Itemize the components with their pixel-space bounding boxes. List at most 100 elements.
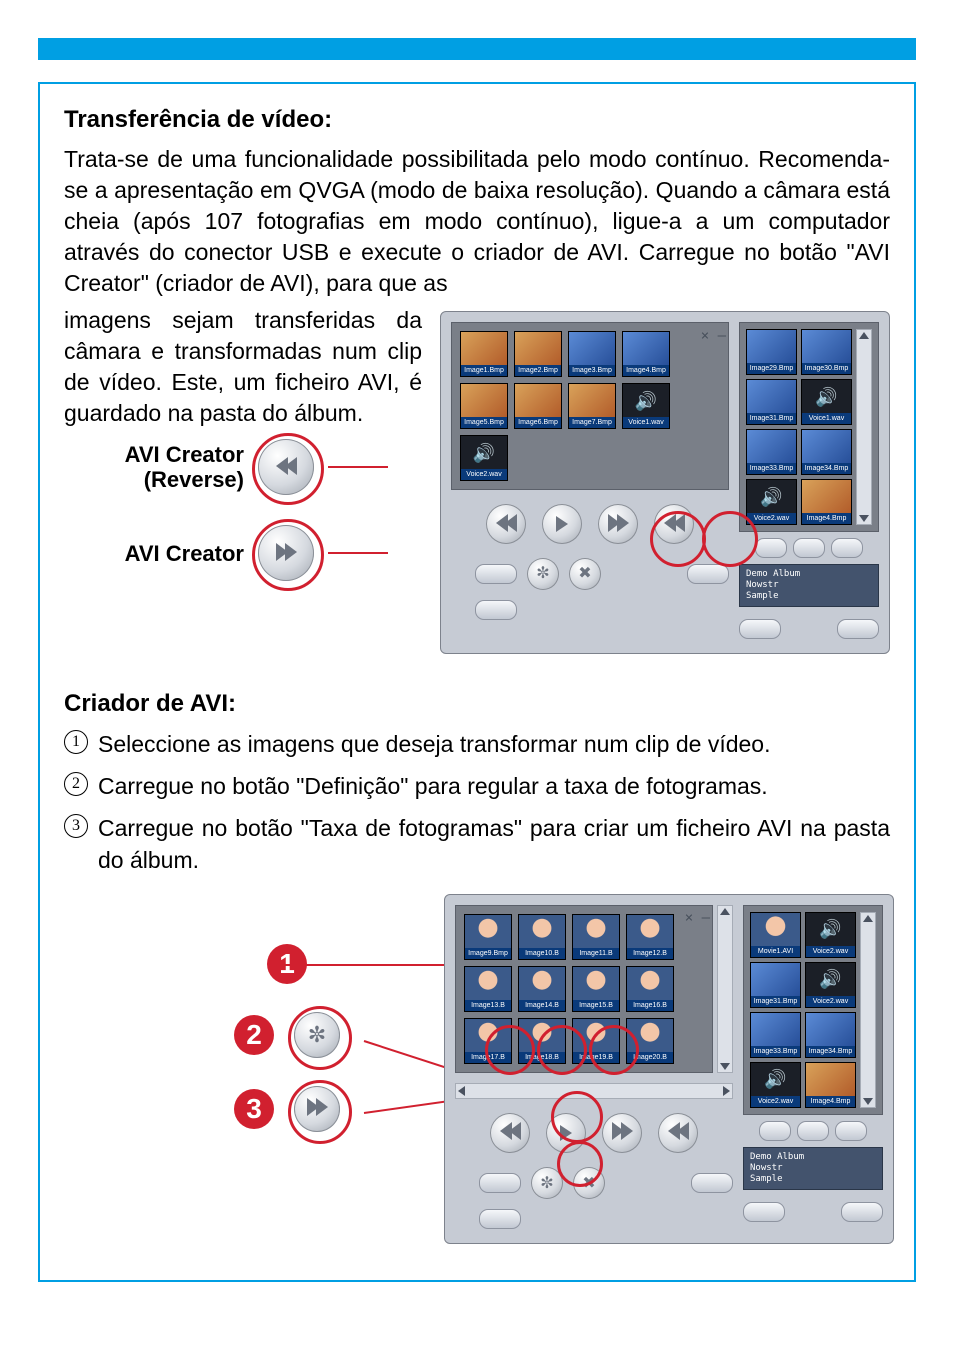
- section2-heading: Criador de AVI:: [64, 690, 890, 718]
- small-pill-button[interactable]: [691, 1173, 733, 1193]
- side-thumbnail[interactable]: Image4.Bmp: [805, 1062, 856, 1108]
- side-thumbnail[interactable]: Image30.Bmp: [801, 329, 852, 375]
- callout-connector: [328, 466, 388, 468]
- side-sound[interactable]: 🔊Voice1.wav: [801, 379, 852, 425]
- side-sound[interactable]: 🔊Voice2.wav: [746, 479, 797, 525]
- section1-wrap: × — Image1.Bmp Image2.Bmp Image3.Bmp Ima…: [64, 305, 890, 663]
- thumbnail[interactable]: Image3.Bmp: [568, 331, 616, 377]
- thumbnail[interactable]: Image11.B: [572, 914, 620, 960]
- app-screenshot-2: × — Image9.Bmp Image10.B Image11.B Image…: [444, 894, 894, 1244]
- avi-creator-reverse-button[interactable]: [658, 1113, 698, 1153]
- thumbnail[interactable]: Image12.B: [626, 914, 674, 960]
- delete-button[interactable]: ✖: [569, 558, 601, 590]
- section1-para1: Trata-se de uma funcionalidade possibili…: [64, 144, 890, 299]
- step-item: Carregue no botão "Taxa de fotogramas" p…: [64, 812, 890, 876]
- callout-ring: [288, 1080, 352, 1144]
- thumbnail[interactable]: Image1.Bmp: [460, 331, 508, 377]
- callout-ring: [650, 511, 706, 567]
- side-thumbnail[interactable]: Image33.Bmp: [750, 1012, 801, 1058]
- small-pill-button[interactable]: [475, 600, 517, 620]
- settings-button[interactable]: ✼: [527, 558, 559, 590]
- window-controls[interactable]: × —: [685, 910, 706, 926]
- close-icon: ✖: [578, 563, 591, 585]
- thumbnail[interactable]: Image10.B: [518, 914, 566, 960]
- album-info: Demo Album Nowstr Sample: [743, 1147, 883, 1189]
- small-pill-button[interactable]: [475, 564, 517, 584]
- side-thumbnail[interactable]: Image33.Bmp: [746, 429, 797, 475]
- thumbnail[interactable]: Image15.B: [572, 966, 620, 1012]
- legend-number-2: 2: [234, 1015, 274, 1055]
- side-sound[interactable]: 🔊Voice2.wav: [750, 1062, 801, 1108]
- side-sound[interactable]: 🔊Voice2.wav: [805, 962, 856, 1008]
- scrollbar-vertical[interactable]: [856, 329, 872, 525]
- window-controls[interactable]: × —: [701, 327, 722, 346]
- content-frame: Transferência de vídeo: Trata-se de uma …: [38, 82, 916, 1282]
- prev-button[interactable]: [486, 504, 526, 544]
- play-icon: [556, 516, 568, 532]
- section1-para2: imagens sejam transferidas da câmara e t…: [64, 307, 422, 426]
- sound-thumbnail[interactable]: 🔊Voice2.wav: [460, 435, 508, 481]
- thumbnail[interactable]: Image16.B: [626, 966, 674, 1012]
- callout-ring: [702, 511, 758, 567]
- step-item: Carregue no botão "Definição" para regul…: [64, 770, 890, 802]
- thumbnail[interactable]: Image6.Bmp: [514, 383, 562, 429]
- side-pill-button[interactable]: [831, 538, 863, 558]
- side-pill-button[interactable]: [759, 1121, 791, 1141]
- avi-reverse-icon: [668, 1122, 689, 1145]
- small-pill-button[interactable]: [479, 1173, 521, 1193]
- avi-creator-reverse-label-row: AVI Creator (Reverse): [64, 439, 422, 495]
- prev-button[interactable]: [490, 1113, 530, 1153]
- app-screenshot-1: × — Image1.Bmp Image2.Bmp Image3.Bmp Ima…: [440, 311, 890, 653]
- page: Transferência de vídeo: Trata-se de uma …: [0, 0, 954, 1345]
- prev-icon: [500, 1122, 521, 1145]
- side-thumbnail[interactable]: Image31.Bmp: [746, 379, 797, 425]
- legend-number-3: 3: [234, 1089, 274, 1129]
- side-sound[interactable]: 🔊Voice2.wav: [805, 912, 856, 958]
- play-button[interactable]: [542, 504, 582, 544]
- thumbnail[interactable]: Image9.Bmp: [464, 914, 512, 960]
- side-thumbnail[interactable]: Image31.Bmp: [750, 962, 801, 1008]
- avi-creator-label-row: AVI Creator: [64, 525, 422, 581]
- thumbnail[interactable]: Image2.Bmp: [514, 331, 562, 377]
- thumbnail[interactable]: Image4.Bmp: [622, 331, 670, 377]
- side-pill-button[interactable]: [793, 538, 825, 558]
- avi-creator-icon: [608, 509, 629, 540]
- side-pill-button[interactable]: [755, 538, 787, 558]
- side-pill-button[interactable]: [743, 1202, 785, 1222]
- scrollbar-vertical[interactable]: [860, 912, 876, 1108]
- side-pill-button[interactable]: [739, 619, 781, 639]
- avi-creator-button[interactable]: [598, 504, 638, 544]
- prev-icon: [496, 509, 517, 540]
- steps-list: Seleccione as imagens que deseja transfo…: [64, 728, 890, 877]
- callout-ring: [551, 1091, 603, 1143]
- album-info: Demo Album Nowstr Sample: [739, 564, 879, 606]
- side-pill-button[interactable]: [835, 1121, 867, 1141]
- small-pill-button[interactable]: [687, 564, 729, 584]
- thumbnail[interactable]: Image13.B: [464, 966, 512, 1012]
- callout-ring: [288, 1006, 352, 1070]
- side-thumbnail[interactable]: Image4.Bmp: [801, 479, 852, 525]
- thumbnail[interactable]: Image5.Bmp: [460, 383, 508, 429]
- header-rule: [38, 38, 916, 60]
- gear-icon: ✼: [540, 1173, 553, 1193]
- thumbnail[interactable]: Image14.B: [518, 966, 566, 1012]
- thumbnail[interactable]: Image7.Bmp: [568, 383, 616, 429]
- side-pill-button[interactable]: [837, 619, 879, 639]
- step-item: Seleccione as imagens que deseja transfo…: [64, 728, 890, 760]
- side-thumbnail[interactable]: Movie1.AVI: [750, 912, 801, 958]
- side-pill-button[interactable]: [841, 1202, 883, 1222]
- side-pill-button[interactable]: [797, 1121, 829, 1141]
- avi-creator-button[interactable]: [602, 1113, 642, 1153]
- sound-thumbnail[interactable]: 🔊Voice1.wav: [622, 383, 670, 429]
- callout-ring: [252, 519, 324, 591]
- gear-icon: ✼: [536, 563, 549, 585]
- small-pill-button[interactable]: [479, 1209, 521, 1229]
- side-thumbnail[interactable]: Image34.Bmp: [805, 1012, 856, 1058]
- side-thumbnail[interactable]: Image29.Bmp: [746, 329, 797, 375]
- legend-column: 1 2 ✼ 3: [234, 944, 340, 1132]
- avi-creator-icon: [612, 1122, 633, 1145]
- figure-2: 1 2 ✼ 3: [64, 894, 890, 1224]
- callout-ring: [252, 433, 324, 505]
- side-thumbnail[interactable]: Image34.Bmp: [801, 429, 852, 475]
- scrollbar-vertical[interactable]: [717, 905, 733, 1073]
